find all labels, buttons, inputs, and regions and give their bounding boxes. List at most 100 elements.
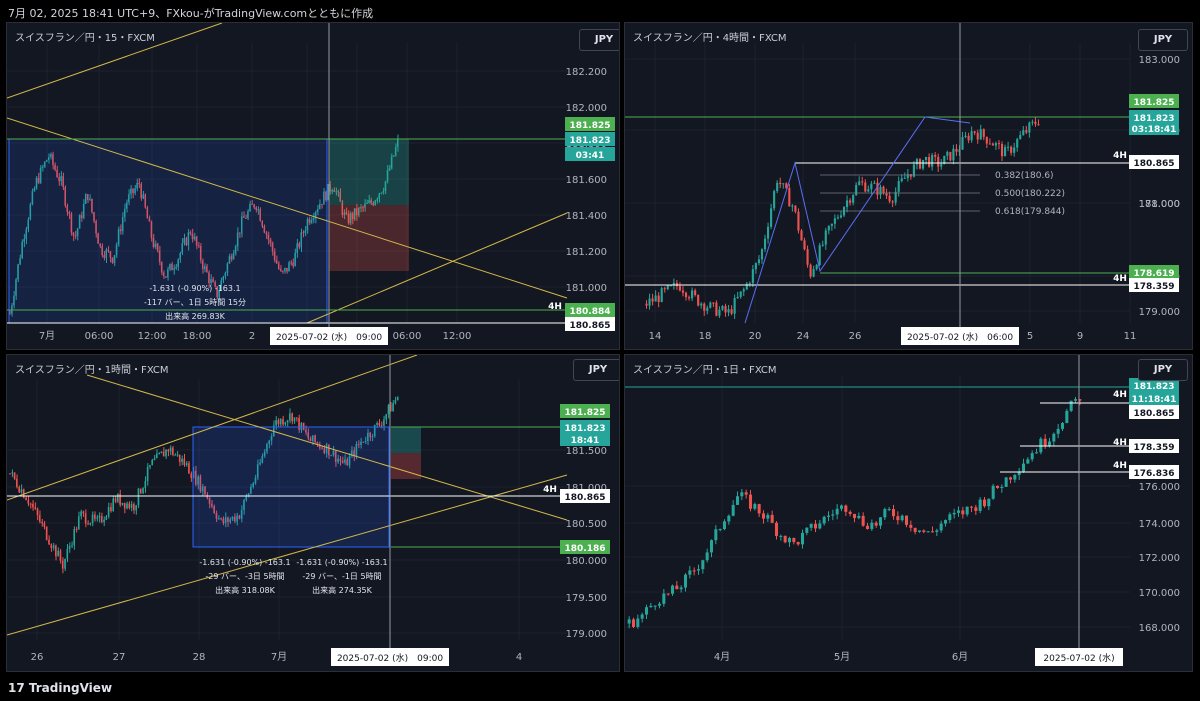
candle-body: [681, 290, 685, 293]
candle-body: [924, 156, 928, 160]
chart-panel-4h[interactable]: スイスフラン／円・4時間・FXCM JPY 0.382(180.6) 0.500(…: [624, 22, 1193, 350]
y-tick-label: 176.000: [1139, 482, 1180, 493]
candle-body: [839, 505, 844, 509]
price-tag: 181.825: [1134, 98, 1175, 108]
candle-body: [1013, 147, 1016, 153]
chart-canvas[interactable]: 0.382(180.6) 0.500(180.222) 0.618(179.844)…: [625, 23, 1192, 349]
candle-body: [883, 509, 887, 518]
panel-title: スイスフラン／円・1日・FXCM: [633, 365, 777, 376]
candle-body: [11, 472, 14, 474]
label-4h: 4H: [1113, 151, 1127, 161]
candle-body: [913, 527, 917, 532]
chart-panel-1d[interactable]: スイスフラン／円・1日・FXCM JPY 176.000 174.000 172.0…: [624, 354, 1193, 672]
candle-body: [684, 292, 688, 298]
candle-body: [735, 496, 740, 505]
candle-body: [809, 264, 812, 277]
chart-canvas[interactable]: -1.631 (-0.90%) -163.1 -117 バー、1日 5時間 15分…: [7, 23, 619, 349]
candle-body: [922, 530, 926, 532]
candle-body: [1010, 146, 1013, 153]
measure-annotation: 出来高 269.83K: [165, 311, 226, 321]
candle-body: [821, 244, 824, 246]
label-4h: 4H: [1113, 438, 1127, 448]
candle-body: [748, 283, 751, 285]
candle-body: [670, 585, 675, 594]
candle-body: [848, 511, 852, 514]
candle-body: [1025, 130, 1028, 133]
chart-panel-1h[interactable]: スイスフラン／円・1時間・FXCM JPY -1.631 (-0.90%) -1…: [6, 354, 620, 672]
candle-body: [139, 488, 142, 494]
label-4h: 4H: [543, 485, 557, 495]
candle-body: [991, 485, 995, 499]
candle-body: [715, 302, 718, 316]
candle-body: [797, 211, 800, 231]
candle-body: [675, 585, 679, 590]
y-tick-label: 172.000: [1139, 553, 1180, 564]
candle-body: [275, 420, 277, 426]
candle-body: [387, 404, 390, 415]
snapshot-caption: 7月 02, 2025 18:41 UTC+9、FXkou-がTradingVi…: [8, 7, 374, 20]
candle-body: [753, 504, 757, 509]
candle-body: [130, 504, 133, 508]
candle-body: [1060, 422, 1065, 429]
candle-body: [1000, 486, 1004, 488]
crosshair-date-label: 2025-07-02 (水) 09:00: [276, 331, 382, 343]
candle-body: [1000, 144, 1004, 157]
candle-body: [870, 522, 874, 529]
candle-body: [105, 516, 108, 520]
candle-body: [376, 422, 378, 425]
candle-body: [392, 403, 394, 412]
candle-body: [858, 181, 861, 185]
y-tick-label: 180.500: [566, 519, 607, 530]
currency-button[interactable]: JPY: [579, 29, 619, 51]
chart-canvas[interactable]: -1.631 (-0.90%) -163.1 -29 バー、-3日 5時間出来高 …: [7, 355, 619, 671]
candle-body: [815, 265, 818, 270]
currency-button[interactable]: JPY: [573, 359, 619, 381]
candle-body: [696, 569, 701, 571]
candle-body: [657, 295, 660, 302]
candle-body: [91, 514, 94, 524]
candle-body: [794, 205, 797, 212]
candle-body: [955, 148, 958, 152]
chart-canvas[interactable]: 176.000 174.000 172.000 170.000 168.000 4月 5月 6…: [625, 355, 1192, 671]
candle-body: [1016, 139, 1019, 148]
candle-body: [921, 159, 925, 169]
x-tick-label: 26: [31, 652, 44, 663]
candle-body: [824, 230, 827, 245]
candle-body: [66, 548, 69, 559]
currency-button[interactable]: JPY: [1138, 29, 1188, 51]
candle-body: [861, 181, 864, 183]
candle-body: [766, 226, 770, 239]
candle-body: [1034, 121, 1037, 125]
candle-body: [68, 546, 71, 549]
candle-body: [718, 309, 721, 316]
candle-body: [917, 530, 922, 532]
candle-body: [965, 506, 969, 515]
candle-body: [169, 447, 172, 452]
candle-body: [740, 492, 744, 497]
candle-body: [116, 494, 119, 502]
price-tag: 03:41: [576, 151, 605, 161]
price-tag: 181.825: [565, 408, 606, 418]
candle-body: [861, 515, 865, 526]
candle-body: [939, 523, 943, 531]
y-tick-label: 181.600: [566, 175, 607, 186]
candle-body: [757, 504, 761, 514]
candle-body: [974, 507, 978, 511]
candle-body: [71, 545, 73, 547]
tradingview-logo[interactable]: 17 TradingView: [8, 681, 112, 695]
currency-button[interactable]: JPY: [1138, 359, 1188, 381]
candle-body: [928, 156, 931, 167]
chart-panel-15m[interactable]: スイスフラン／円・15・FXCM JPY -1.631 (-0.90%) -16…: [6, 22, 620, 350]
candle-body: [183, 458, 186, 465]
candle-body: [787, 537, 792, 543]
candle-body: [1019, 135, 1022, 140]
long-position-loss: [391, 453, 421, 479]
candle-body: [9, 473, 11, 475]
candle-body: [760, 249, 764, 260]
candle-body: [782, 183, 785, 185]
candle-body: [167, 449, 170, 452]
candle-body: [1047, 441, 1052, 446]
candle-body: [766, 514, 770, 519]
x-tick-label: 12:00: [138, 331, 167, 342]
candle-body: [43, 523, 46, 527]
